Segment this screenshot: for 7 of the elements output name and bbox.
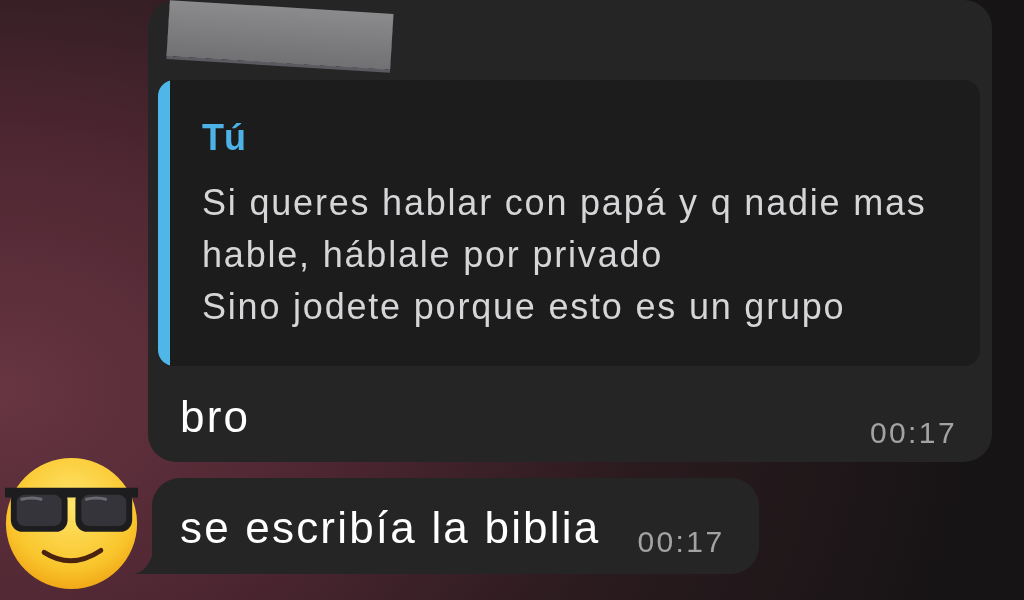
message-time: 00:17 [637, 525, 725, 558]
message-time: 00:17 [869, 416, 957, 449]
message-text: bro [180, 395, 251, 439]
message-text: se escribía la biblia [180, 506, 601, 550]
quote-text: Si queres hablar con papá y q nadie mas hable, háblale por privado Sino jodete porque esto es un grupo [202, 181, 928, 329]
quote-author: Tú [202, 116, 247, 160]
quoted-message[interactable]: Tú Si queres hablar con papá y q nadie mas hable, háblale por privado Sino jodete porque esto es un grupo [158, 80, 980, 366]
